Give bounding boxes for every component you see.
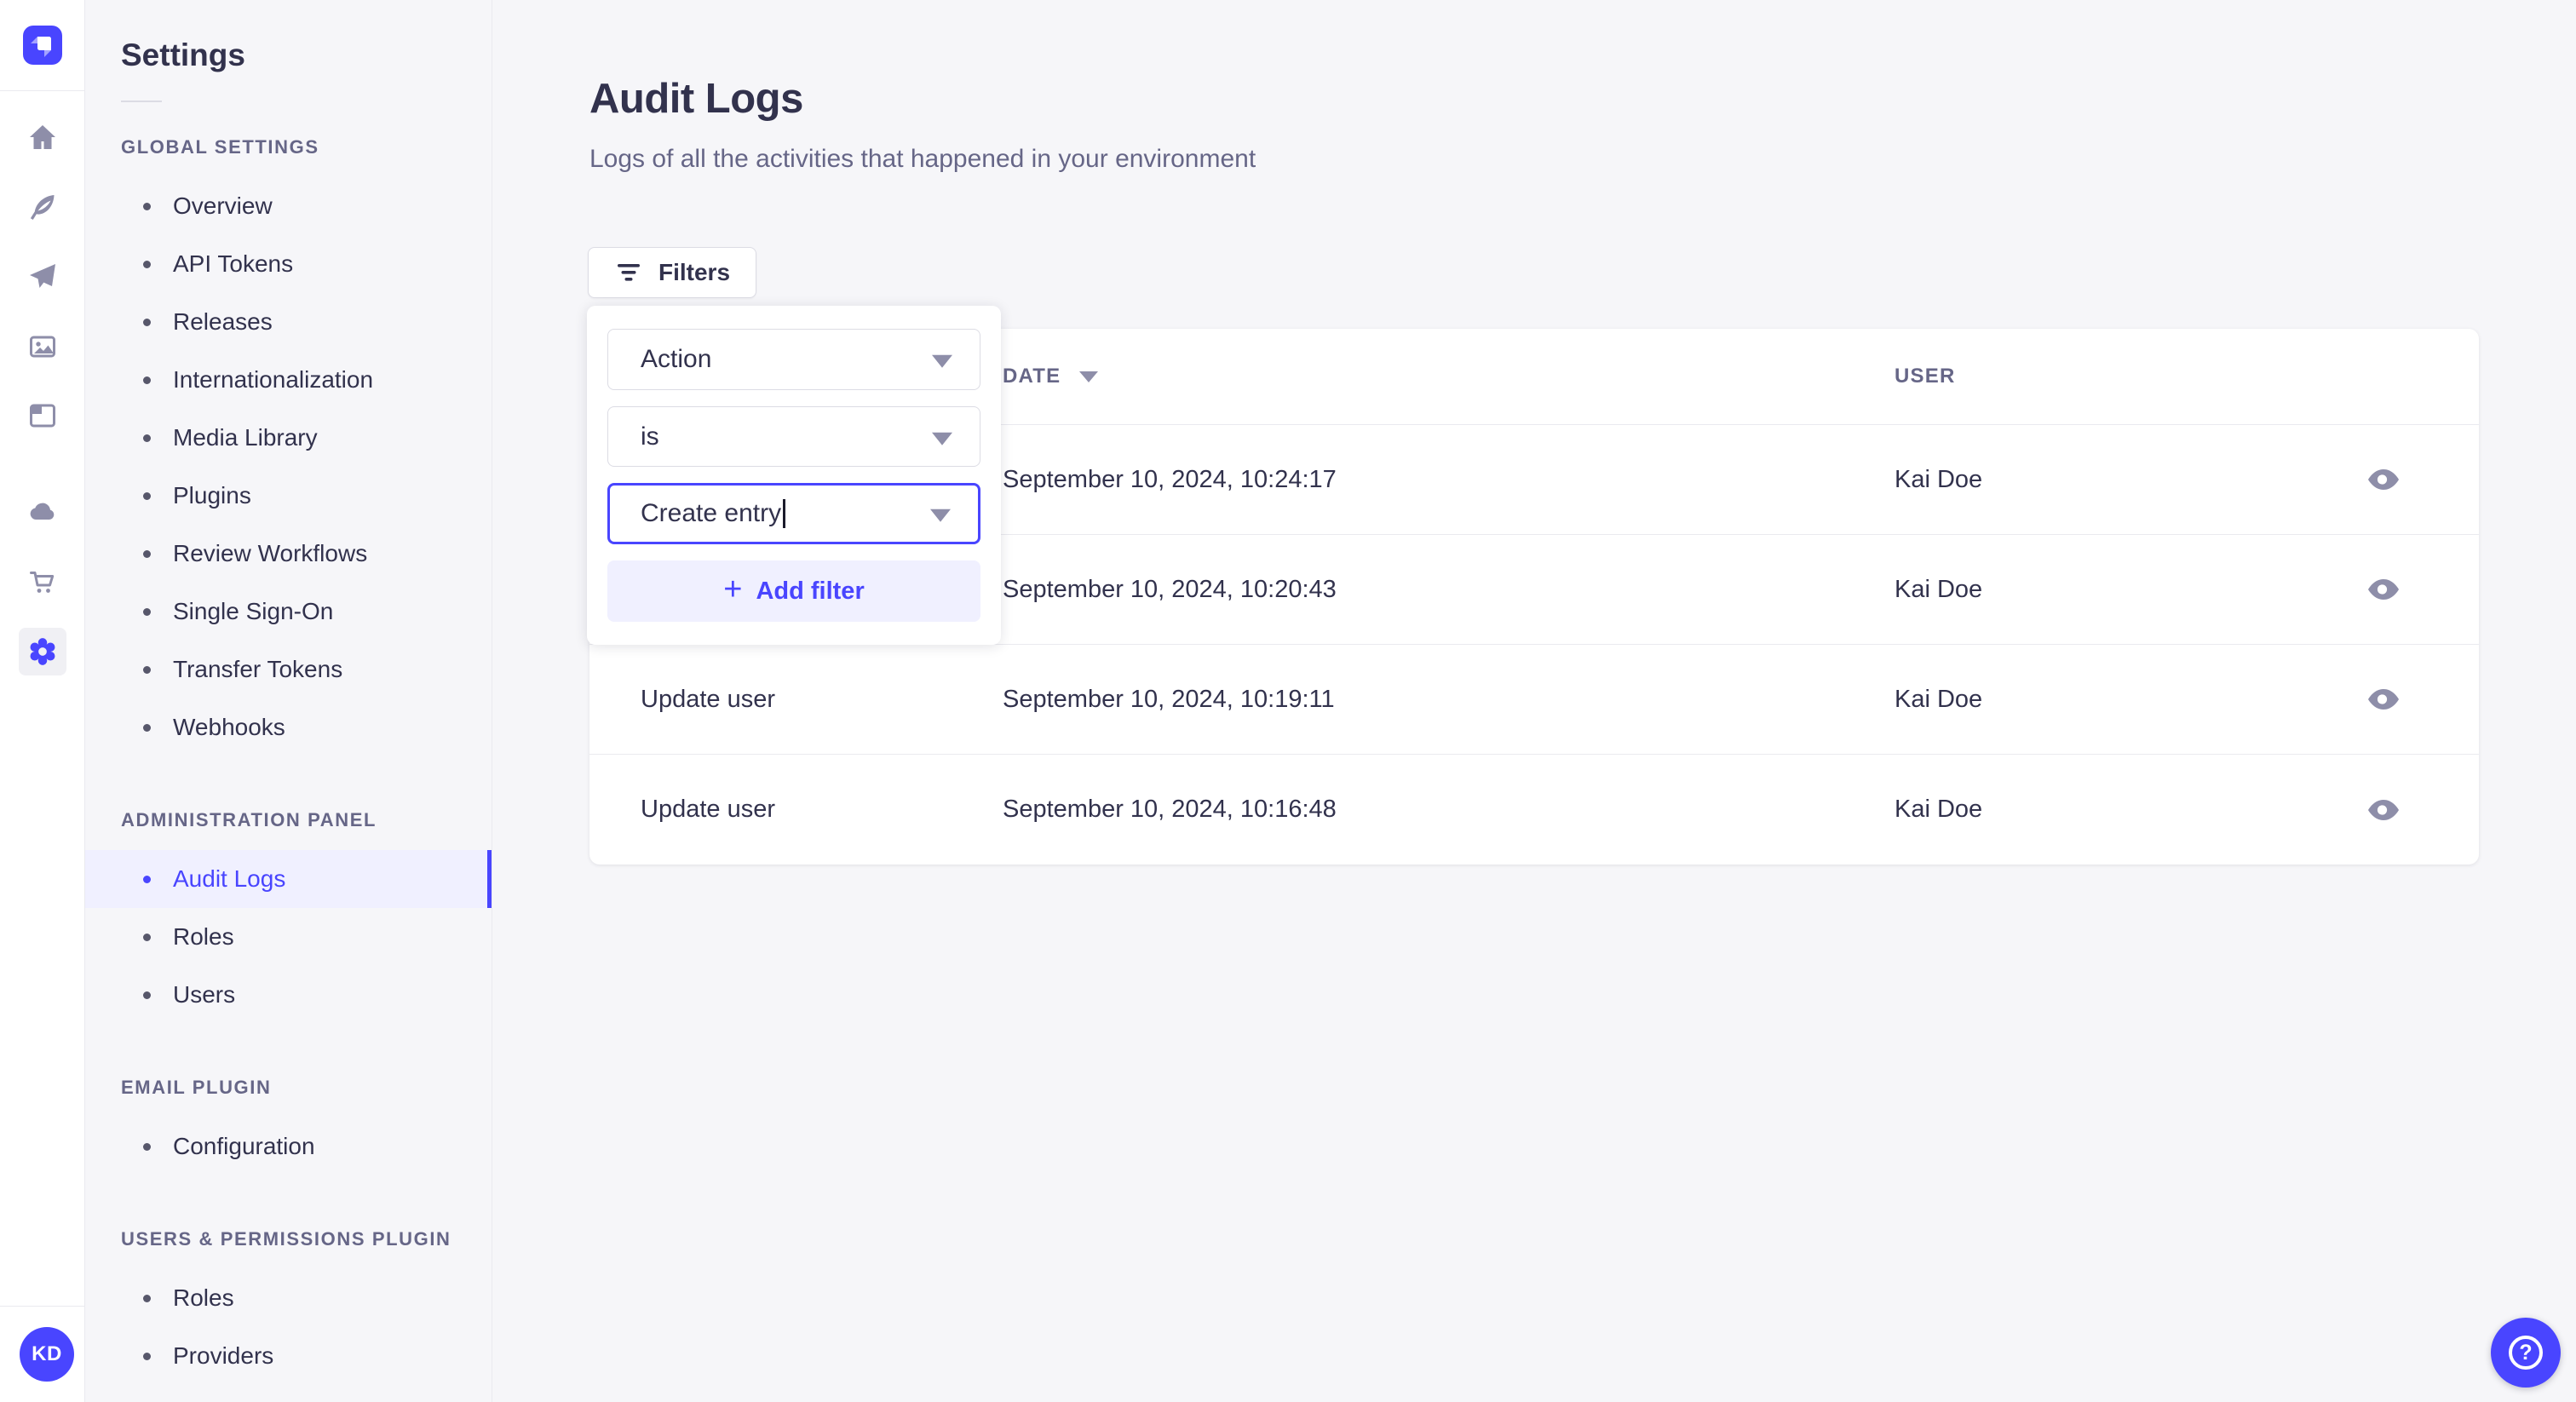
plus-icon: + (723, 572, 743, 608)
eye-icon (2368, 799, 2399, 820)
column-header-date[interactable]: DATE (1003, 329, 1099, 424)
add-filter-button[interactable]: + Add filter (607, 560, 980, 622)
filter-operator-select[interactable]: is (607, 405, 980, 468)
bullet-icon (143, 1352, 151, 1360)
sidebar-title: Settings (121, 37, 245, 72)
bullet-icon (143, 202, 151, 210)
chevron-down-icon (932, 432, 952, 445)
bullet-icon (143, 991, 151, 999)
gear-icon[interactable] (19, 628, 66, 675)
avatar[interactable]: KD (20, 1327, 74, 1382)
sidebar-item-configuration[interactable]: Configuration (85, 1118, 492, 1175)
page-title: Audit Logs (589, 76, 803, 122)
sidebar-item-single-sign-on[interactable]: Single Sign-On (85, 583, 492, 641)
paper-plane-icon[interactable] (19, 253, 66, 301)
text-cursor (783, 499, 786, 529)
bullet-icon (143, 665, 151, 674)
view-log-button[interactable] (2360, 675, 2407, 723)
strapi-logo[interactable] (23, 26, 62, 65)
sidebar-item-api-tokens[interactable]: API Tokens (85, 235, 492, 293)
sidebar-item-transfer-tokens[interactable]: Transfer Tokens (85, 641, 492, 698)
cloud-icon[interactable] (19, 488, 66, 536)
bullet-icon (143, 491, 151, 500)
sidebar-item-media-library[interactable]: Media Library (85, 409, 492, 467)
eye-icon (2368, 469, 2399, 490)
layout-icon[interactable] (19, 392, 66, 440)
filter-field-select[interactable]: Action (607, 329, 980, 390)
section-email-plugin: EMAIL PLUGIN (121, 1077, 272, 1098)
sidebar-item-releases[interactable]: Releases (85, 293, 492, 351)
filters-button[interactable]: Filters (588, 247, 757, 298)
bullet-icon (143, 376, 151, 384)
view-log-button[interactable] (2360, 786, 2407, 834)
sidebar-item-internationalization[interactable]: Internationalization (85, 351, 492, 409)
filters-button-label: Filters (658, 259, 731, 285)
view-log-button[interactable] (2360, 566, 2407, 613)
bullet-icon (143, 933, 151, 941)
sidebar-item-plugins[interactable]: Plugins (85, 467, 492, 525)
strapi-logo-icon (31, 37, 51, 57)
sidebar-nav: GLOBAL SETTINGS Overview API Tokens Rele… (85, 135, 492, 1385)
sidebar-item-audit-logs[interactable]: Audit Logs (85, 850, 492, 908)
main-content: Audit Logs Logs of all the activities th… (492, 0, 2576, 1402)
table-row[interactable]: Update user September 10, 2024, 10:19:11… (589, 644, 2479, 754)
rail-bottom-divider (0, 1306, 85, 1307)
sidebar-item-users[interactable]: Users (85, 966, 492, 1024)
feather-icon[interactable] (19, 183, 66, 231)
bullet-icon (143, 318, 151, 326)
page-subtitle: Logs of all the activities that happened… (589, 145, 1256, 173)
sidebar-item-roles-up[interactable]: Roles (85, 1269, 492, 1327)
question-mark-icon: ? (2509, 1336, 2543, 1370)
filter-value-combobox[interactable]: Create entry (607, 483, 980, 545)
bullet-icon (143, 875, 151, 883)
view-log-button[interactable] (2360, 456, 2407, 503)
help-button[interactable]: ? (2491, 1318, 2561, 1388)
filter-icon (618, 264, 640, 281)
sidebar-item-roles-admin[interactable]: Roles (85, 908, 492, 966)
cart-icon[interactable] (19, 559, 66, 606)
media-library-icon[interactable] (19, 323, 66, 371)
sort-descending-icon (1079, 371, 1099, 382)
bullet-icon (143, 260, 151, 268)
bullet-icon (143, 607, 151, 616)
chevron-down-icon (932, 354, 952, 368)
filter-popover: Action is Create entry + Add filter (587, 306, 1001, 645)
bullet-icon (143, 1142, 151, 1151)
bullet-icon (143, 723, 151, 732)
bullet-icon (143, 549, 151, 558)
eye-icon (2368, 689, 2399, 710)
sidebar-title-divider (121, 101, 162, 102)
bullet-icon (143, 1294, 151, 1302)
sidebar-item-overview[interactable]: Overview (85, 177, 492, 235)
settings-sidebar: Settings GLOBAL SETTINGS Overview API To… (85, 0, 492, 1402)
chevron-down-icon (930, 509, 951, 523)
eye-icon (2368, 579, 2399, 600)
bullet-icon (143, 434, 151, 442)
sidebar-item-review-workflows[interactable]: Review Workflows (85, 525, 492, 583)
rail-divider (0, 90, 85, 91)
column-header-user: USER (1895, 365, 1956, 388)
home-icon[interactable] (19, 114, 66, 162)
icon-rail: KD (0, 0, 85, 1402)
sidebar-item-providers[interactable]: Providers (85, 1327, 492, 1385)
section-users-permissions-plugin: USERS & PERMISSIONS PLUGIN (121, 1228, 451, 1250)
section-global-settings: GLOBAL SETTINGS (121, 136, 319, 158)
table-row[interactable]: Update user September 10, 2024, 10:16:48… (589, 754, 2479, 865)
sidebar-item-webhooks[interactable]: Webhooks (85, 698, 492, 756)
section-administration-panel: ADMINISTRATION PANEL (121, 809, 377, 830)
